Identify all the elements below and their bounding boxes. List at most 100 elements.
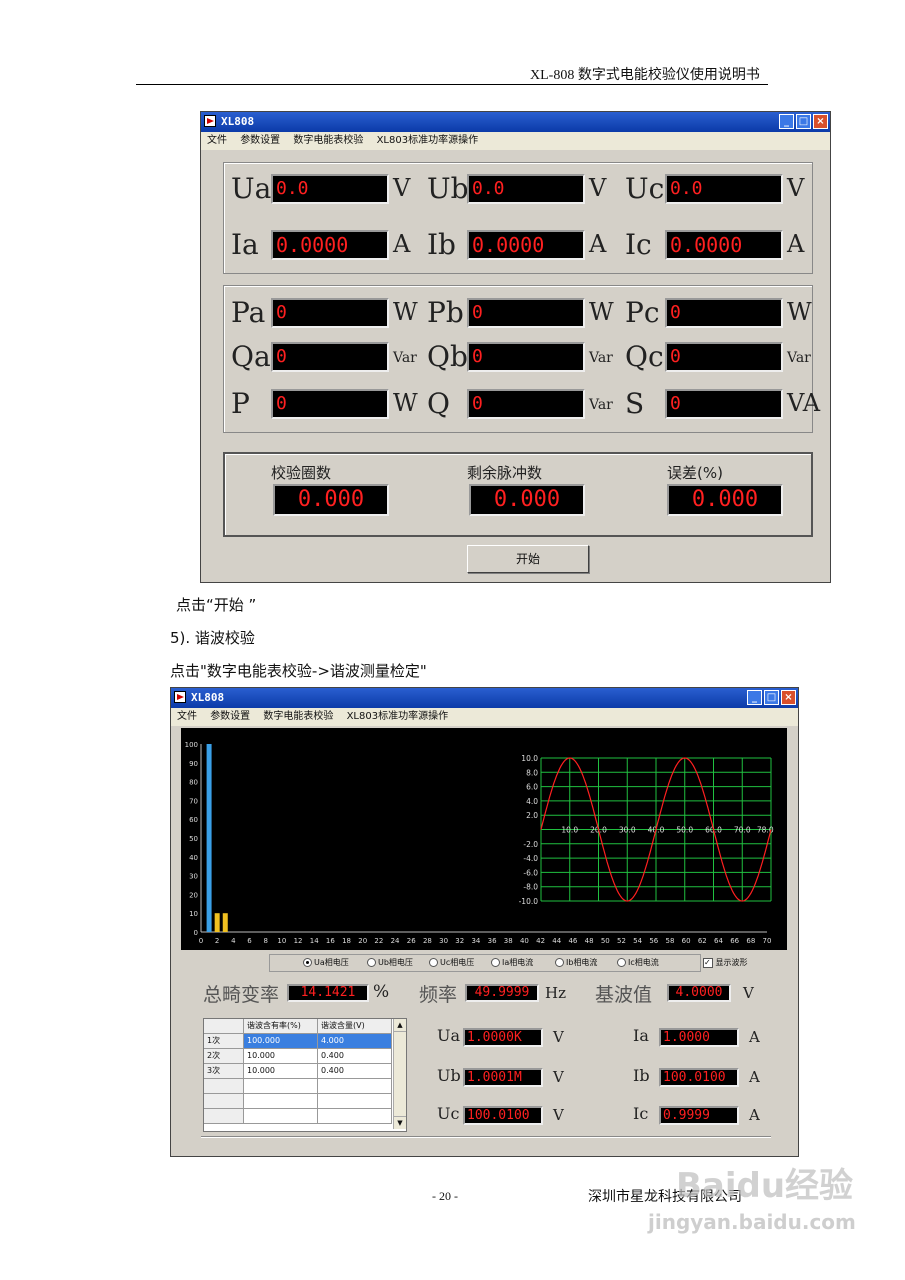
radio-channel-5[interactable]: Ic相电流 xyxy=(617,957,659,968)
window-title: XL808 xyxy=(221,115,255,128)
freq-unit: Hz xyxy=(545,984,566,1002)
display-ia: 0.0000 xyxy=(271,230,389,260)
meter-label-ub: Ub xyxy=(437,1066,461,1085)
header-rule xyxy=(136,84,768,85)
close-icon[interactable]: × xyxy=(781,690,796,705)
label-ia: Ia xyxy=(231,228,259,261)
bar-x-tick-label: 16 xyxy=(326,937,335,945)
table-scrollbar[interactable]: ▲ ▼ xyxy=(393,1019,406,1129)
minimize-icon[interactable]: _ xyxy=(779,114,794,129)
check-label-pulses: 剩余脉冲数 xyxy=(467,464,543,482)
table-cell-empty[interactable] xyxy=(244,1094,318,1109)
meter-display-ic: 0.9999 xyxy=(659,1106,739,1125)
harmonic-table: 谐波含有率(%) 谐波含量(V) 1次 100.000 4.000 2次 10.000 0.4… xyxy=(203,1018,407,1132)
close-icon[interactable]: × xyxy=(813,114,828,129)
table-cell[interactable]: 10.000 xyxy=(244,1049,318,1064)
wave-y-tick-label: 4.0 xyxy=(526,797,538,806)
table-cell[interactable]: 3次 xyxy=(204,1064,244,1079)
meter-label-uc: Uc xyxy=(437,1104,460,1123)
menu-file[interactable]: 文件 xyxy=(177,711,197,722)
table-cell-empty[interactable] xyxy=(318,1094,392,1109)
table-cell-empty[interactable] xyxy=(318,1109,392,1124)
bar-y-tick-label: 100 xyxy=(185,741,198,749)
thd-label: 总畸变率 xyxy=(203,984,280,1006)
bar-x-tick-label: 8 xyxy=(263,937,267,945)
bar-y-tick-label: 30 xyxy=(189,873,198,881)
radio-channel-4[interactable]: Ib相电流 xyxy=(555,957,597,968)
table-cell-empty[interactable] xyxy=(204,1079,244,1094)
table-cell-empty[interactable] xyxy=(244,1079,318,1094)
meter-unit-uc: V xyxy=(553,1106,564,1124)
bar-x-tick-label: 40 xyxy=(520,937,529,945)
table-cell-empty[interactable] xyxy=(318,1079,392,1094)
meter-unit-ia: A xyxy=(749,1028,760,1046)
wave-y-tick-label: -4.0 xyxy=(523,854,538,863)
scroll-up-icon[interactable]: ▲ xyxy=(394,1019,406,1032)
radio-channel-2[interactable]: Uc相电压 xyxy=(429,957,474,968)
label-ib: Ib xyxy=(427,228,456,261)
bar-y-tick-label: 60 xyxy=(189,816,198,824)
radio-label: Ua相电压 xyxy=(314,958,349,967)
display-ic: 0.0000 xyxy=(665,230,783,260)
bar-x-tick-label: 28 xyxy=(423,937,432,945)
menu-meter-check[interactable]: 数字电能表校验 xyxy=(263,711,333,722)
thd-unit: % xyxy=(373,982,390,1002)
table-cell[interactable]: 100.000 xyxy=(244,1034,318,1049)
table-cell[interactable]: 2次 xyxy=(204,1049,244,1064)
wave-y-tick-label: 8.0 xyxy=(526,768,538,777)
menu-xl803[interactable]: XL803标准功率源操作 xyxy=(377,135,479,146)
menubar: 文件 参数设置 数字电能表校验 XL803标准功率源操作 xyxy=(171,708,798,726)
menu-params[interactable]: 参数设置 xyxy=(240,135,280,146)
meter-display-ib: 100.0100 xyxy=(659,1068,739,1087)
unit-q: Var xyxy=(589,397,613,413)
table-cell[interactable]: 10.000 xyxy=(244,1064,318,1079)
radio-label: Ia相电流 xyxy=(502,958,534,967)
table-cell[interactable]: 4.000 xyxy=(318,1034,392,1049)
table-cell[interactable]: 0.400 xyxy=(318,1049,392,1064)
harmonic-chart: 01020304050607080901000 2 4 6 8 10 12 14 16 18 20 2… xyxy=(181,728,787,950)
wave-x-tick-label: 70.0 xyxy=(734,826,751,835)
minimize-icon[interactable]: _ xyxy=(747,690,762,705)
instruction-start: 点击“开始 ” xyxy=(176,596,257,614)
display-qb: 0 xyxy=(467,342,585,372)
table-cell-empty[interactable] xyxy=(204,1109,244,1124)
check-label-turns: 校验圈数 xyxy=(271,464,332,482)
table-header: 谐波含有率(%) xyxy=(244,1019,318,1034)
fundamental-unit: V xyxy=(743,984,754,1002)
titlebar: XL808 _ □ × xyxy=(171,688,798,708)
unit-p: W xyxy=(393,389,418,417)
bar-y-tick-label: 50 xyxy=(189,835,198,843)
maximize-icon[interactable]: □ xyxy=(764,690,779,705)
bar-y-tick-label: 90 xyxy=(189,760,198,768)
table-cell-empty[interactable] xyxy=(244,1109,318,1124)
maximize-icon[interactable]: □ xyxy=(796,114,811,129)
label-p: P xyxy=(231,387,250,420)
table-cell[interactable]: 1次 xyxy=(204,1034,244,1049)
radio-channel-0[interactable]: Ua相电压 xyxy=(303,957,349,968)
menubar: 文件 参数设置 数字电能表校验 XL803标准功率源操作 xyxy=(201,132,830,150)
bar-x-tick-label: 42 xyxy=(536,937,545,945)
label-pb: Pb xyxy=(427,296,464,329)
freq-label: 频率 xyxy=(419,984,458,1006)
table-cell-empty[interactable] xyxy=(204,1094,244,1109)
show-wave-checkbox[interactable]: ✓ 显示波形 xyxy=(703,957,748,968)
harmonic-bar xyxy=(214,913,220,932)
bar-y-tick-label: 0 xyxy=(194,929,198,937)
menu-meter-check[interactable]: 数字电能表校验 xyxy=(293,135,363,146)
wave-y-tick-label: 6.0 xyxy=(526,783,538,792)
label-pa: Pa xyxy=(231,296,266,329)
table-cell[interactable]: 0.400 xyxy=(318,1064,392,1079)
page-header: XL-808 数字式电能校验仪使用说明书 xyxy=(530,68,760,83)
radio-channel-3[interactable]: Ia相电流 xyxy=(491,957,533,968)
radio-icon xyxy=(303,958,312,967)
display-ib: 0.0000 xyxy=(467,230,585,260)
radio-channel-1[interactable]: Ub相电压 xyxy=(367,957,413,968)
scroll-down-icon[interactable]: ▼ xyxy=(394,1116,406,1129)
pulses-display: 0.000 xyxy=(469,484,585,516)
menu-file[interactable]: 文件 xyxy=(207,135,227,146)
menu-xl803[interactable]: XL803标准功率源操作 xyxy=(347,711,449,722)
baidu-watermark-logo: Baidu经验 xyxy=(676,1166,854,1206)
menu-params[interactable]: 参数设置 xyxy=(210,711,250,722)
bar-x-tick-label: 2 xyxy=(215,937,219,945)
start-button[interactable]: 开始 xyxy=(467,545,589,573)
